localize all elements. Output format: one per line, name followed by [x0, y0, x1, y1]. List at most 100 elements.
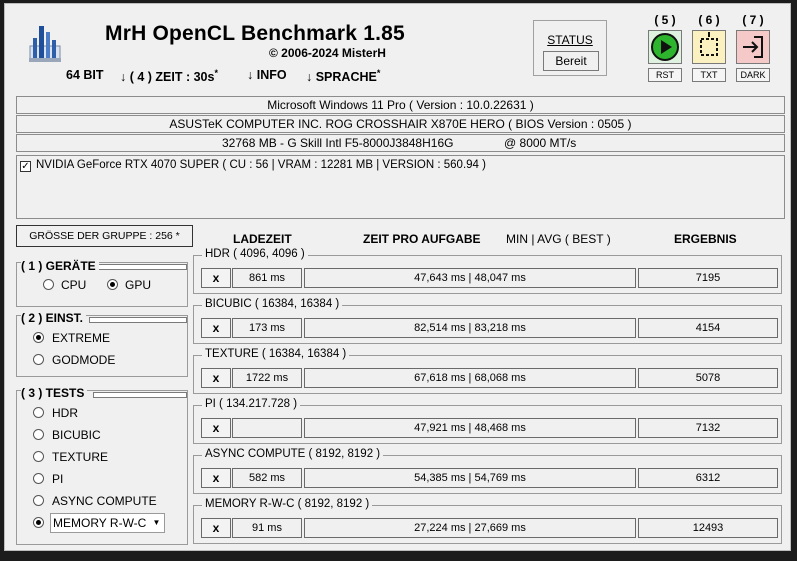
language-menu-sup: * [376, 68, 381, 78]
memory-speed-text: @ 8000 MT/s [504, 136, 577, 150]
pi-label: PI [52, 472, 64, 486]
txt-button[interactable]: TXT [692, 68, 726, 82]
cpu-radio[interactable] [43, 279, 54, 290]
result-score-cell: 5078 [638, 368, 778, 388]
gpu-label: GPU [125, 278, 152, 292]
clear-result-button[interactable]: x [201, 468, 231, 488]
result-card: ASYNC COMPUTE ( 8192, 8192 ) x 582 ms 54,38… [193, 448, 782, 494]
status-label: STATUS [547, 33, 593, 47]
load-time-cell: 173 ms [232, 318, 302, 338]
result-card: MEMORY R-W-C ( 8192, 8192 ) x 91 ms 27,224 … [193, 498, 782, 544]
load-time-cell: 91 ms [232, 518, 302, 538]
device-checkbox[interactable]: ✓ [20, 161, 31, 172]
run-button[interactable] [648, 30, 682, 64]
rst-button[interactable]: RST [648, 68, 682, 82]
result-title: MEMORY R-W-C ( 8192, 8192 ) [202, 498, 373, 510]
result-title: TEXTURE ( 16384, 16384 ) [202, 348, 350, 360]
godmode-label: GODMODE [52, 353, 116, 367]
tests-group-line [93, 392, 187, 398]
memory-info: 32768 MB - G Skill Intl F5-8000J3848H16G… [16, 134, 785, 152]
clear-result-button[interactable]: x [201, 368, 231, 388]
language-menu-label: ↓ SPRACHE [306, 70, 377, 85]
clear-result-button[interactable]: x [201, 268, 231, 288]
time-menu-sup: * [214, 68, 218, 78]
result-score-cell: 4154 [638, 318, 778, 338]
button-5-number: ( 5 ) [654, 13, 676, 27]
pi-radio[interactable] [33, 473, 44, 484]
bit-label: 64 BIT [66, 68, 104, 82]
status-panel: STATUS Bereit [533, 20, 607, 76]
select-button[interactable] [692, 30, 726, 64]
play-icon [651, 33, 679, 61]
result-score-cell: 6312 [638, 468, 778, 488]
time-menu-label: ↓ ( 4 ) ZEIT : 30s [120, 70, 215, 85]
time-menu[interactable]: ↓ ( 4 ) ZEIT : 30s* [120, 68, 218, 84]
extreme-radio[interactable] [33, 332, 44, 343]
app-logo-icon [29, 26, 61, 62]
column-load-header: LADEZEIT [233, 232, 292, 246]
column-result-header: ERGEBNIS [674, 232, 737, 246]
info-menu[interactable]: ↓ INFO [247, 68, 287, 82]
status-value: Bereit [543, 51, 599, 71]
settings-group-line [89, 317, 187, 323]
select-icon [700, 32, 718, 56]
result-score-cell: 12493 [638, 518, 778, 538]
button-6-number: ( 6 ) [698, 13, 720, 27]
board-info: ASUSTeK COMPUTER INC. ROG CROSSHAIR X870… [16, 115, 785, 133]
result-card: TEXTURE ( 16384, 16384 ) x 1722 ms 67,618 m… [193, 348, 782, 394]
device-label: NVIDIA GeForce RTX 4070 SUPER ( CU : 56 … [36, 159, 486, 171]
async-compute-label: ASYNC COMPUTE [52, 494, 157, 508]
memory-text: 32768 MB - G Skill Intl F5-8000J3848H16G [222, 136, 454, 150]
memory-rwc-select-value: MEMORY R-W-C [53, 516, 147, 530]
texture-label: TEXTURE [52, 450, 109, 464]
async-compute-radio[interactable] [33, 495, 44, 506]
result-score-cell: 7132 [638, 418, 778, 438]
result-title: ASYNC COMPUTE ( 8192, 8192 ) [202, 448, 384, 460]
clear-result-button[interactable]: x [201, 518, 231, 538]
result-title: PI ( 134.217.728 ) [202, 398, 301, 410]
export-icon [743, 36, 763, 58]
load-time-cell: 861 ms [232, 268, 302, 288]
texture-radio[interactable] [33, 451, 44, 462]
load-time-cell: 582 ms [232, 468, 302, 488]
gpu-radio[interactable] [107, 279, 118, 290]
time-per-task-cell: 47,643 ms | 48,047 ms [304, 268, 636, 288]
hdr-label: HDR [52, 406, 78, 420]
hdr-radio[interactable] [33, 407, 44, 418]
language-menu[interactable]: ↓ SPRACHE* [306, 68, 380, 84]
load-time-cell: 1722 ms [232, 368, 302, 388]
column-minavg-header: MIN | AVG ( BEST ) [506, 232, 611, 246]
bicubic-radio[interactable] [33, 429, 44, 440]
settings-group-title: ( 2 ) EINST. [21, 311, 87, 325]
chevron-down-icon[interactable]: ▼ [149, 514, 164, 532]
export-button[interactable] [736, 30, 770, 64]
result-title: BICUBIC ( 16384, 16384 ) [202, 298, 343, 310]
app-window: MrH OpenCL Benchmark 1.85 © 2006-2024 Mi… [4, 3, 791, 551]
clear-result-button[interactable]: x [201, 418, 231, 438]
button-7-number: ( 7 ) [742, 13, 764, 27]
time-per-task-cell: 47,921 ms | 48,468 ms [304, 418, 636, 438]
app-title: MrH OpenCL Benchmark 1.85 [105, 22, 405, 45]
memory-rwc-select[interactable]: MEMORY R-W-C ▼ [50, 513, 165, 533]
result-card: BICUBIC ( 16384, 16384 ) x 173 ms 82,514 ms… [193, 298, 782, 344]
load-time-cell [232, 418, 302, 438]
time-per-task-cell: 82,514 ms | 83,218 ms [304, 318, 636, 338]
device-list: ✓ NVIDIA GeForce RTX 4070 SUPER ( CU : 5… [16, 155, 785, 219]
result-score-cell: 7195 [638, 268, 778, 288]
tests-group-title: ( 3 ) TESTS [21, 386, 88, 400]
cpu-label: CPU [61, 278, 87, 292]
os-info: Microsoft Windows 11 Pro ( Version : 10.… [16, 96, 785, 114]
godmode-radio[interactable] [33, 354, 44, 365]
result-card: PI ( 134.217.728 ) x 47,921 ms | 48,468 ms… [193, 398, 782, 444]
extreme-label: EXTREME [52, 331, 111, 345]
group-size-button[interactable]: GRÖSSE DER GRUPPE : 256 * [16, 225, 193, 247]
time-per-task-cell: 27,224 ms | 27,669 ms [304, 518, 636, 538]
result-title: HDR ( 4096, 4096 ) [202, 248, 308, 260]
time-per-task-cell: 67,618 ms | 68,068 ms [304, 368, 636, 388]
memory-rwc-radio[interactable] [33, 517, 44, 528]
devices-group-title: ( 1 ) GERÄTE [21, 259, 99, 273]
bicubic-label: BICUBIC [52, 428, 101, 442]
clear-result-button[interactable]: x [201, 318, 231, 338]
column-time-header: ZEIT PRO AUFGABE [363, 232, 481, 246]
dark-button[interactable]: DARK [736, 68, 770, 82]
